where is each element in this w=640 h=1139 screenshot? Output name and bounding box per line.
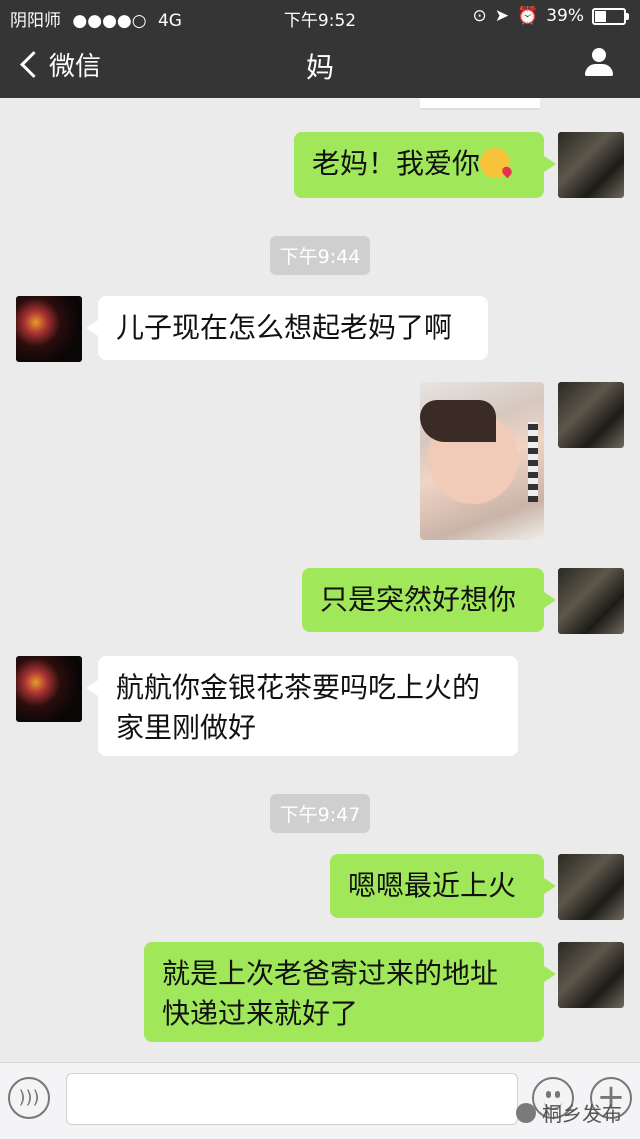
message-text-line: 航航你金银花茶要吗吃上火的 [116, 671, 481, 704]
message-input[interactable] [66, 1073, 518, 1125]
message-text: 老妈！我爱你 [312, 147, 481, 180]
lock-rotation-icon: ⊙ [472, 6, 487, 26]
photo-message[interactable] [420, 382, 544, 540]
wechat-logo-icon [516, 1102, 536, 1123]
avatar-mom[interactable] [16, 296, 82, 362]
avatar-me[interactable] [558, 568, 624, 634]
message-bubble-sent[interactable]: 嗯嗯最近上火 [330, 854, 556, 918]
message-text-line: 就是上次老爸寄过来的地址 [162, 957, 499, 990]
timestamp: 下午9:47 [0, 794, 640, 833]
person-icon[interactable] [584, 48, 614, 78]
avatar-me[interactable] [558, 132, 624, 198]
message-text-line: 快递过来就好了 [162, 997, 359, 1030]
avatar-me[interactable] [558, 854, 624, 920]
status-bar: 阴阳师 ●●●●○ 4G 下午9:52 ⊙ ➤ ⏰ 39% [0, 0, 640, 32]
alarm-icon: ⏰ [517, 6, 539, 26]
message-text-line: 家里刚做好 [116, 711, 257, 744]
battery-percent: 39% [546, 6, 584, 26]
message-text: 只是突然好想你 [320, 583, 517, 616]
battery-icon [592, 7, 629, 25]
watermark: 桐乡发布 [516, 1098, 622, 1127]
chat-title: 妈 [305, 51, 334, 84]
nav-bar: 微信 妈 [0, 32, 640, 98]
avatar-mom[interactable] [16, 656, 82, 722]
message-bubble-received[interactable]: 儿子现在怎么想起老妈了啊 [86, 296, 488, 360]
location-icon: ➤ [494, 6, 510, 26]
message-bubble-sent[interactable]: 只是突然好想你 [302, 568, 556, 632]
avatar-me[interactable] [558, 942, 624, 1008]
previous-message-edge [420, 98, 540, 110]
top-bar: 阴阳师 ●●●●○ 4G 下午9:52 ⊙ ➤ ⏰ 39% 微信 妈 [0, 0, 640, 98]
watermark-text: 桐乡发布 [542, 1102, 622, 1126]
timestamp: 下午9:44 [0, 236, 640, 275]
avatar-me[interactable] [558, 382, 624, 448]
status-right: ⊙ ➤ ⏰ 39% [472, 6, 629, 26]
message-text: 儿子现在怎么想起老妈了啊 [116, 311, 453, 344]
message-bubble-sent[interactable]: 老妈！我爱你 [294, 132, 556, 198]
kiss-emoji-icon [480, 148, 511, 178]
voice-icon[interactable]: ))) [8, 1077, 50, 1119]
message-text: 嗯嗯最近上火 [348, 869, 517, 902]
message-bubble-received[interactable]: 航航你金银花茶要吗吃上火的 家里刚做好 [86, 656, 518, 756]
message-bubble-sent[interactable]: 就是上次老爸寄过来的地址 快递过来就好了 [144, 942, 556, 1042]
